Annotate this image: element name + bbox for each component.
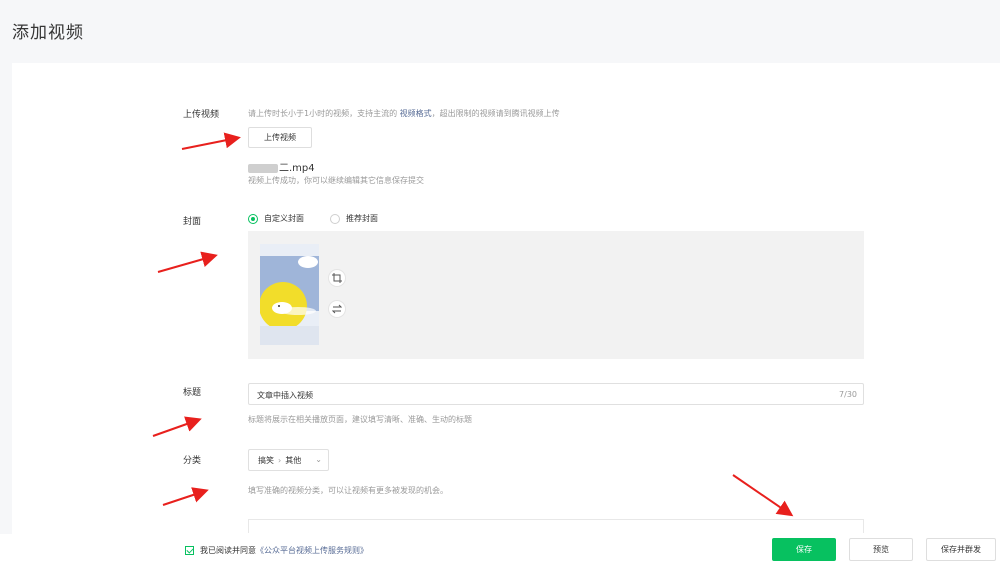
arrow-save [732, 474, 794, 517]
arrow-title [152, 416, 202, 437]
arrow-category [162, 487, 209, 506]
annotation-arrows [152, 132, 794, 517]
arrow-upload [181, 132, 241, 150]
arrow-cover [157, 251, 218, 273]
